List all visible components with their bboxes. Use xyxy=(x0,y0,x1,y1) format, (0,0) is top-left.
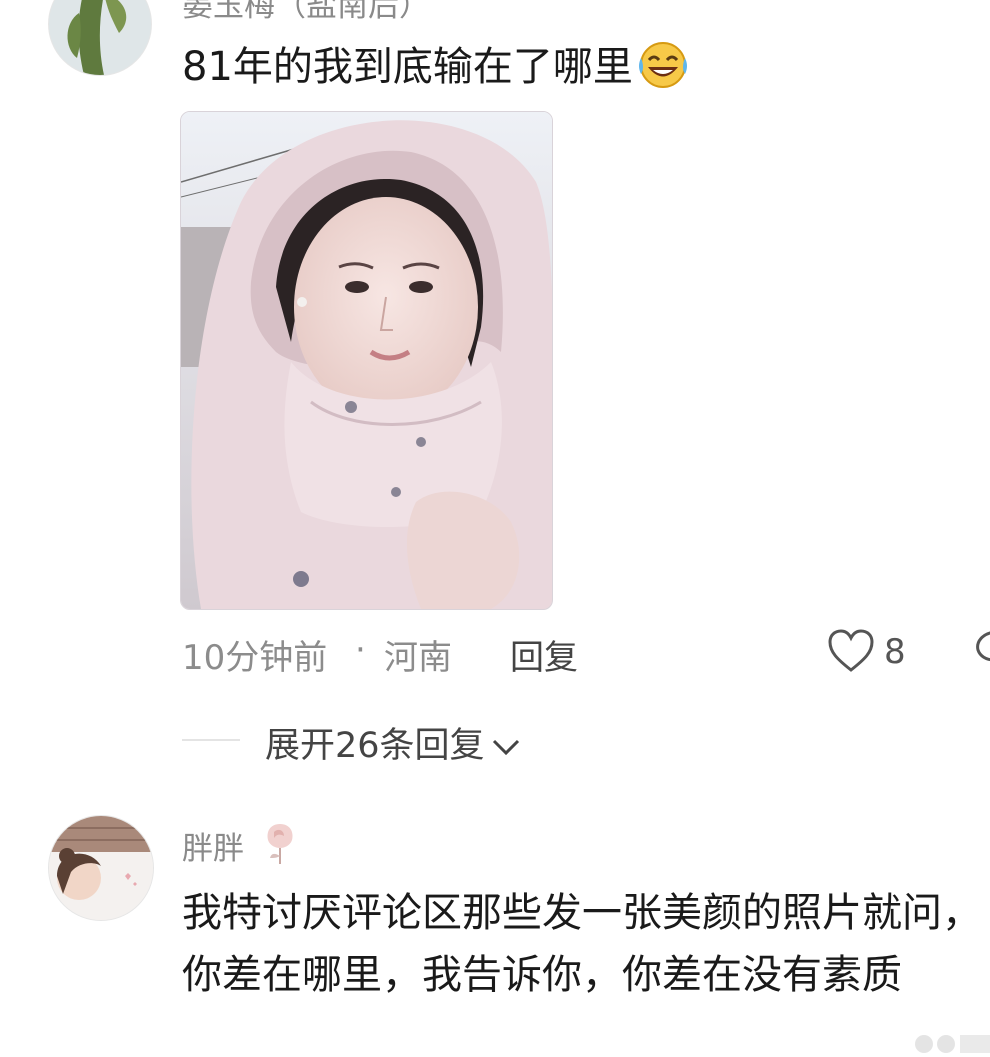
comment-bubble-icon[interactable] xyxy=(972,628,990,668)
divider-line xyxy=(182,739,240,741)
comment-timestamp: 10分钟前 xyxy=(182,638,328,678)
laughing-tears-emoji-icon xyxy=(635,40,691,108)
user-avatar[interactable] xyxy=(48,0,152,76)
avatar-image xyxy=(49,0,151,75)
comment-username[interactable]: 胖胖 xyxy=(182,823,244,868)
comment-photo[interactable] xyxy=(180,111,553,610)
meta-separator: · xyxy=(355,630,366,670)
comment-location: 河南 xyxy=(384,638,452,678)
user-avatar[interactable] xyxy=(48,815,154,921)
heart-icon[interactable] xyxy=(827,628,875,674)
watermark-icon xyxy=(915,1035,990,1053)
avatar-image xyxy=(49,816,153,920)
selfie-photo-image xyxy=(181,112,552,609)
reply-button[interactable]: 回复 xyxy=(510,630,578,679)
comment-text-content: 81年的我到底输在了哪里 xyxy=(182,44,633,90)
chevron-down-icon xyxy=(492,739,519,756)
comment-text: 81年的我到底输在了哪里 xyxy=(182,36,691,108)
like-count: 8 xyxy=(884,632,906,672)
rose-icon xyxy=(267,824,293,864)
comment-username[interactable]: 晏玉梅（盐南后） xyxy=(182,0,430,25)
comment-text: 我特讨厌评论区那些发一张美颜的照片就问，你差在哪里，我告诉你，你差在没有素质 xyxy=(182,890,982,998)
expand-replies-button[interactable]: 展开26条回复 xyxy=(265,717,521,768)
expand-replies-label: 展开26条回复 xyxy=(265,726,485,766)
